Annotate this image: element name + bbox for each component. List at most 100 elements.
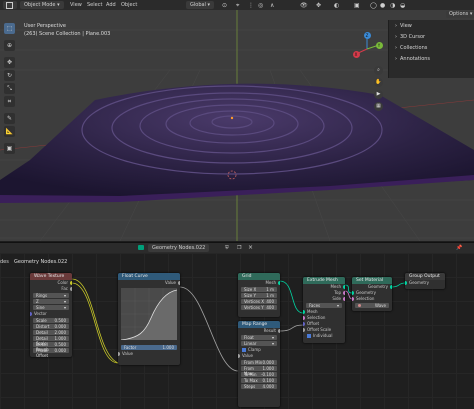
node-tree-icon — [138, 245, 144, 250]
menu-view[interactable]: View — [70, 2, 82, 8]
curve-widget[interactable] — [120, 288, 178, 341]
wave-type-select[interactable]: Rings ▾ — [33, 293, 69, 298]
wave-direction-select[interactable]: Z ▾ — [33, 299, 69, 304]
input-geometry: Geometry — [405, 280, 445, 286]
add-cube-icon: ▣ — [6, 145, 13, 152]
move-tool[interactable]: ✥ — [4, 57, 15, 68]
menu-add[interactable]: Add — [106, 2, 116, 8]
field-size-x[interactable]: Size X1 m — [241, 287, 277, 292]
field-vertices-y[interactable]: Vertices Y 400 — [241, 305, 277, 310]
overlay-icon[interactable]: ◐ — [334, 2, 339, 9]
cursor-tool[interactable]: ⊕ — [4, 40, 15, 51]
gizmo-y-axis[interactable]: Y — [375, 41, 383, 49]
data-type-select[interactable]: Float ▾ — [241, 335, 277, 340]
node-title[interactable]: Grid — [238, 273, 280, 280]
add-cube-tool[interactable]: ▣ — [4, 143, 15, 154]
pan-button[interactable]: ✋ — [374, 78, 383, 87]
shading-wire-icon[interactable]: ◯ — [370, 2, 377, 9]
field-size-y[interactable]: Size Y1 m — [241, 293, 277, 298]
chevron-right-icon: › — [395, 33, 397, 40]
field-steps[interactable]: Steps 4.000 — [241, 384, 277, 389]
node-extrude-mesh[interactable]: Extrude Mesh Mesh Top Side Faces ▾ Mesh S… — [303, 277, 345, 343]
node-title[interactable]: Map Range — [238, 321, 280, 328]
factor-field[interactable]: Factor 1.000 — [121, 345, 177, 350]
node-title[interactable]: Wave Texture — [30, 273, 72, 280]
link-maprange-to-extrude — [279, 324, 304, 332]
menu-object[interactable]: Object — [121, 2, 137, 8]
transform-tool[interactable]: ⌗ — [4, 96, 15, 107]
node-tree-selector[interactable]: Geometry Nodes.022 — [148, 244, 210, 252]
sidebar-item-view[interactable]: › View — [389, 20, 474, 31]
camera-view-button[interactable]: ▶ — [374, 90, 383, 99]
field-from-min[interactable]: From Min 0.000 — [241, 360, 277, 365]
field-to-max[interactable]: To Max 0.100 — [241, 378, 277, 383]
measure-tool[interactable]: 📐 — [4, 126, 15, 137]
scale-tool[interactable]: ⤡ — [4, 83, 15, 94]
editor-type-button[interactable] — [3, 1, 17, 9]
field-to-min[interactable]: To Min -0.100 — [241, 372, 277, 377]
proportional-icon[interactable]: ◎ — [258, 2, 263, 9]
field-scale[interactable]: Scale 0.500 — [33, 318, 69, 323]
shield-icon[interactable]: ⛨ — [225, 245, 229, 251]
sidebar-item-3d-cursor[interactable]: › 3D Cursor — [389, 31, 474, 42]
node-wave-texture[interactable]: Wave Texture Color Fac Rings ▾ Z ▾ Sine ▾ V… — [30, 273, 72, 357]
falloff-icon[interactable]: ∧ — [270, 2, 274, 9]
link-curve-to-maprange — [179, 286, 239, 372]
field-from-max[interactable]: From Max 1.000 — [241, 366, 277, 376]
hand-icon: ✋ — [375, 79, 382, 85]
annotate-tool[interactable]: ✎ — [4, 113, 15, 124]
node-map-range[interactable]: Map Range Result Float ▾ Linear ▾ Clamp Va… — [238, 321, 280, 407]
sidebar-item-collections[interactable]: › Collections — [389, 42, 474, 53]
node-grid[interactable]: Grid Mesh Size X1 m Size Y1 m Vertices X… — [238, 273, 280, 317]
field-phase-offset[interactable]: Phase Offset 0.000 — [33, 348, 69, 357]
gizmo-toggle-icon[interactable]: ✥ — [316, 2, 321, 9]
node-float-curve[interactable]: Float Curve Value Factor 1.000 Value — [118, 273, 180, 365]
node-title[interactable]: Extrude Mesh — [303, 277, 345, 284]
rotate-tool[interactable]: ↻ — [4, 70, 15, 81]
close-icon[interactable]: × — [248, 244, 253, 251]
snap-icon[interactable]: ⌖ — [236, 2, 239, 10]
node-group-output[interactable]: Group Output Geometry — [405, 273, 445, 289]
snap-options-icon[interactable]: ⋮ — [248, 2, 254, 9]
zoom-button[interactable]: ⌕ — [374, 66, 383, 75]
field-detail[interactable]: Detail 2.000 — [33, 330, 69, 335]
gizmo-x-axis[interactable]: X — [352, 50, 360, 58]
input-individual[interactable]: Individual — [303, 333, 345, 339]
shading-material-icon[interactable]: ◑ — [390, 2, 395, 9]
navigation-gizmo[interactable]: Z Y X — [350, 32, 384, 66]
gizmo-z-axis[interactable]: Z — [363, 32, 371, 39]
extrude-mode-select[interactable]: Faces ▾ — [306, 303, 342, 308]
ortho-toggle-button[interactable]: ▦ — [374, 102, 383, 111]
node-editor-canvas[interactable]: des Geometry Nodes.022 Wave Texture Colo… — [0, 253, 474, 409]
xray-icon[interactable]: ▣ — [354, 2, 360, 9]
mode-select[interactable]: Object Mode ▾ — [20, 1, 64, 9]
chevron-right-icon: › — [395, 44, 397, 51]
node-title[interactable]: Set Material — [352, 277, 392, 284]
duplicate-icon[interactable]: ❐ — [237, 245, 241, 251]
select-tool[interactable]: ⬚ — [4, 23, 15, 34]
material-select[interactable]: Wave — [355, 303, 389, 308]
visibility-icon[interactable]: 👁 — [300, 2, 308, 9]
pin-icon[interactable]: 📌 — [456, 245, 462, 251]
field-distortion[interactable]: Distort 0.000 — [33, 324, 69, 329]
move-icon: ✥ — [6, 59, 13, 66]
pivot-icon[interactable]: ⊙ — [222, 2, 227, 9]
options-button[interactable]: Options ▾ — [446, 11, 474, 18]
link-material-to-output — [391, 282, 406, 288]
sidebar-item-annotations[interactable]: › Annotations — [389, 53, 474, 64]
output-value: Value — [118, 280, 180, 286]
cursor-icon: ⊕ — [6, 42, 13, 49]
field-detail-roughness[interactable]: Detail Rough 0.500 — [33, 342, 69, 352]
node-set-material[interactable]: Set Material Geometry Geometry Selection… — [352, 277, 392, 311]
field-vertices-x[interactable]: Vertices X 400 — [241, 299, 277, 304]
field-detail-scale[interactable]: Detail Scale 1.000 — [33, 336, 69, 346]
interpolation-select[interactable]: Linear ▾ — [241, 341, 277, 346]
wave-profile-select[interactable]: Sine ▾ — [33, 305, 69, 310]
node-title[interactable]: Group Output — [405, 273, 445, 280]
shading-rendered-icon[interactable]: ◒ — [400, 2, 405, 9]
shading-solid-icon[interactable]: ● — [380, 2, 385, 9]
chevron-right-icon: › — [395, 55, 397, 62]
menu-select[interactable]: Select — [87, 2, 102, 8]
orientation-select[interactable]: Global ▾ — [186, 1, 215, 9]
node-title[interactable]: Float Curve — [118, 273, 180, 280]
